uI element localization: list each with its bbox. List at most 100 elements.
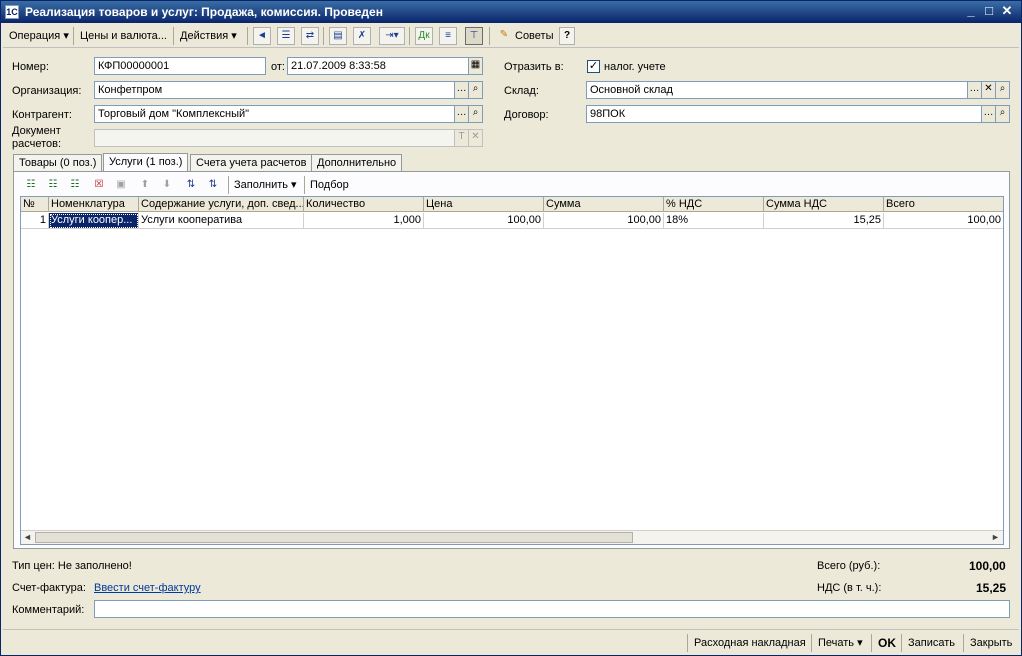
- waybill-button[interactable]: Расходная накладная: [691, 634, 809, 652]
- move-up-icon[interactable]: ⬆: [136, 176, 154, 194]
- toolbar-separator: [173, 27, 174, 45]
- organization-label: Организация:: [12, 85, 82, 97]
- search-icon[interactable]: ⌕: [468, 105, 483, 123]
- toolbar-separator: [811, 634, 812, 652]
- price-type-label: Тип цен: Не заполнено!: [12, 560, 132, 572]
- tab-services[interactable]: Услуги (1 поз.): [103, 153, 189, 173]
- end-edit-icon[interactable]: ▣: [112, 176, 130, 194]
- contractor-field[interactable]: Торговый дом "Комплексный": [94, 105, 455, 123]
- operation-menu[interactable]: Операция ▾: [5, 27, 73, 45]
- select-ellipsis-icon[interactable]: …: [967, 81, 982, 99]
- table-cell[interactable]: 15,25: [764, 213, 884, 229]
- scroll-right-icon[interactable]: ►: [989, 531, 1002, 544]
- vat-label: НДС (в т. ч.):: [817, 582, 882, 594]
- tab-settlement-accounts[interactable]: Счета учета расчетов: [190, 154, 313, 172]
- table-cell[interactable]: 100,00: [884, 213, 1003, 229]
- contract-field[interactable]: 98ПОК: [586, 105, 982, 123]
- back-icon[interactable]: ◄: [253, 27, 271, 45]
- column-header[interactable]: % НДС: [664, 197, 764, 212]
- toolbar-separator: [901, 634, 902, 652]
- select-ellipsis-icon[interactable]: …: [981, 105, 996, 123]
- toolbar-separator: [963, 634, 964, 652]
- column-header[interactable]: №: [21, 197, 49, 212]
- scroll-left-icon[interactable]: ◄: [21, 531, 34, 544]
- actions-menu[interactable]: Действия ▾: [176, 27, 241, 45]
- tax-accounting-checkbox[interactable]: ✓: [587, 60, 600, 73]
- refresh-icon[interactable]: ⇄: [301, 27, 319, 45]
- search-icon[interactable]: ⌕: [995, 105, 1010, 123]
- table-cell[interactable]: 1,000: [304, 213, 424, 229]
- settlement-doc-label-line2: расчетов:: [12, 138, 62, 150]
- column-header[interactable]: Цена: [424, 197, 544, 212]
- post-icon[interactable]: ▤: [329, 27, 347, 45]
- number-field[interactable]: КФП00000001: [94, 57, 266, 75]
- contract-label: Договор:: [504, 109, 549, 121]
- table-cell[interactable]: 18%: [664, 213, 764, 229]
- clear-icon[interactable]: ✕: [981, 81, 996, 99]
- help-button[interactable]: ?: [559, 27, 575, 45]
- table-cell[interactable]: 100,00: [424, 213, 544, 229]
- document-journal-icon[interactable]: ☰: [277, 27, 295, 45]
- warehouse-field[interactable]: Основной склад: [586, 81, 968, 99]
- tab-additional[interactable]: Дополнительно: [311, 154, 403, 172]
- type-t-icon[interactable]: T: [454, 129, 469, 147]
- edit-row-icon[interactable]: ☷: [66, 176, 84, 194]
- toolbar-separator: [247, 27, 248, 45]
- settlement-doc-label-line1: Документ: [12, 125, 61, 137]
- column-header[interactable]: Всего: [884, 197, 1003, 212]
- column-header[interactable]: Количество: [304, 197, 424, 212]
- scroll-thumb[interactable]: [35, 532, 633, 543]
- select-ellipsis-icon[interactable]: …: [454, 81, 469, 99]
- movements-icon[interactable]: Дк: [415, 27, 433, 45]
- tips-button[interactable]: Советы: [511, 27, 557, 45]
- pick-button[interactable]: Подбор: [310, 176, 349, 194]
- unpost-icon[interactable]: ✗: [353, 27, 371, 45]
- structure-icon[interactable]: ⊤: [465, 27, 483, 45]
- search-icon[interactable]: ⌕: [995, 81, 1010, 99]
- sort-descending-icon[interactable]: ⇅: [204, 176, 222, 194]
- table-cell-selected[interactable]: Услуги коопер...: [49, 213, 139, 229]
- column-header[interactable]: Номенклатура: [49, 197, 139, 212]
- save-button[interactable]: Записать: [905, 634, 958, 652]
- comment-label: Комментарий:: [12, 604, 85, 616]
- report-icon[interactable]: ≡: [439, 27, 457, 45]
- enter-invoice-link[interactable]: Ввести счет-фактуру: [94, 582, 201, 594]
- minimize-button[interactable]: _: [963, 4, 979, 20]
- search-icon[interactable]: ⌕: [468, 81, 483, 99]
- settlement-doc-field[interactable]: [94, 129, 455, 147]
- horizontal-scrollbar[interactable]: ◄ ►: [21, 530, 1003, 544]
- calendar-icon[interactable]: ▦: [468, 57, 483, 75]
- table-cell[interactable]: Услуги кооператива: [139, 213, 304, 229]
- table-cell[interactable]: 100,00: [544, 213, 664, 229]
- prices-currency-button[interactable]: Цены и валюта...: [76, 27, 171, 45]
- total-label: Всего (руб.):: [817, 560, 881, 572]
- app-icon: 1C: [5, 5, 19, 19]
- services-panel: ☷ ☷ ☷ ☒ ▣ ⬆ ⬇ ⇅ ⇅ Заполнить ▾ Подбор № Н…: [13, 171, 1010, 549]
- maximize-button[interactable]: □: [981, 4, 997, 20]
- column-header[interactable]: Содержание услуги, доп. свед...: [139, 197, 304, 212]
- print-menu[interactable]: Печать ▾: [815, 634, 866, 652]
- toolbar-separator: [228, 176, 229, 194]
- based-on-icon[interactable]: ⇥▾: [379, 27, 405, 45]
- select-ellipsis-icon[interactable]: …: [454, 105, 469, 123]
- copy-row-icon[interactable]: ☷: [44, 176, 62, 194]
- main-toolbar: Операция ▾ Цены и валюта... Действия ▾ ◄…: [3, 24, 1019, 48]
- organization-field[interactable]: Конфетпром: [94, 81, 455, 99]
- add-row-icon[interactable]: ☷: [22, 176, 40, 194]
- date-field[interactable]: 21.07.2009 8:33:58: [287, 57, 469, 75]
- column-header[interactable]: Сумма: [544, 197, 664, 212]
- clear-icon[interactable]: ✕: [468, 129, 483, 147]
- ok-button[interactable]: OK: [875, 634, 899, 652]
- close-window-button[interactable]: ✕: [999, 4, 1015, 20]
- fill-menu[interactable]: Заполнить ▾: [234, 176, 297, 194]
- sort-ascending-icon[interactable]: ⇅: [182, 176, 200, 194]
- invoice-label: Счет-фактура:: [12, 582, 86, 594]
- services-table[interactable]: № Номенклатура Содержание услуги, доп. с…: [20, 196, 1004, 545]
- table-cell[interactable]: 1: [21, 213, 49, 229]
- column-header[interactable]: Сумма НДС: [764, 197, 884, 212]
- comment-field[interactable]: [94, 600, 1010, 618]
- delete-row-icon[interactable]: ☒: [90, 176, 108, 194]
- move-down-icon[interactable]: ⬇: [158, 176, 176, 194]
- tab-goods[interactable]: Товары (0 поз.): [13, 154, 103, 172]
- close-button[interactable]: Закрыть: [967, 634, 1015, 652]
